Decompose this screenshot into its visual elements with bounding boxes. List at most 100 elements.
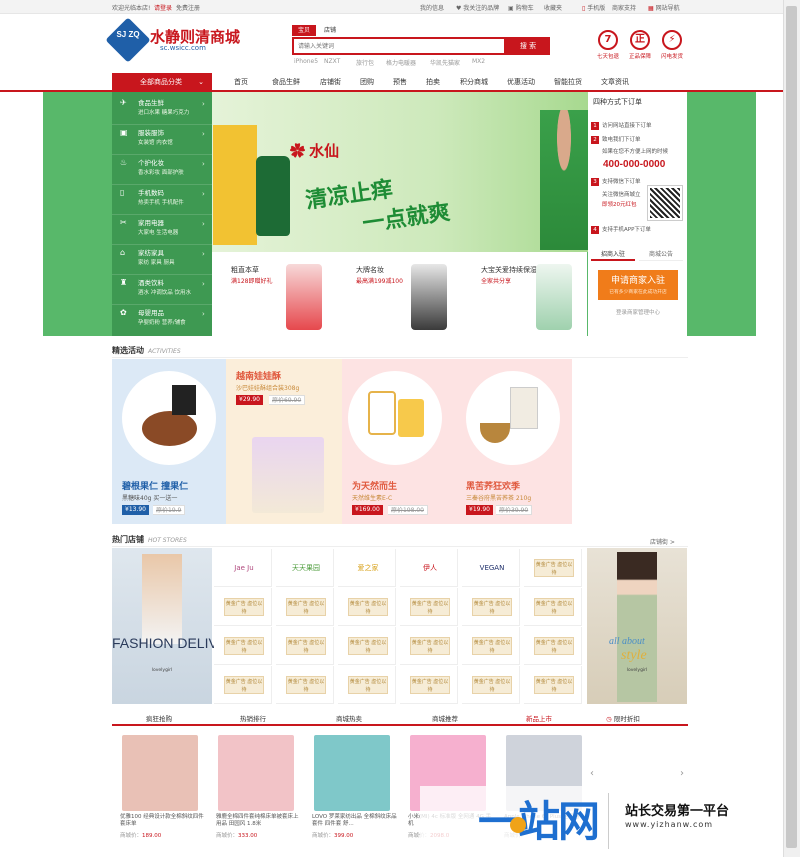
store-cell[interactable]: 黄金广告 虚位以待 bbox=[214, 588, 272, 626]
category-item-home[interactable]: ⌂ 家纺家具 家纺 家具 厨具 › bbox=[112, 242, 212, 275]
activity-card[interactable]: 碧根果仁 撞果仁 黑糖味40g 买一送一 ¥13.90 原价19.9 bbox=[112, 359, 226, 524]
product-name[interactable]: 优雅100 经典设计款全棉斜纹四件套床单 bbox=[120, 814, 206, 828]
section-divider bbox=[112, 546, 688, 547]
store-cell[interactable]: Jae Ju bbox=[214, 549, 272, 587]
all-categories-button[interactable]: 全部商品分类 ⌄ bbox=[112, 73, 212, 92]
store-cell[interactable]: 黄金广告 虚位以待 bbox=[400, 627, 458, 665]
store-cell[interactable]: 黄金广告 虚位以待 bbox=[462, 666, 520, 704]
product-image[interactable] bbox=[314, 735, 390, 811]
tab-new-arrivals[interactable]: 新品上市 bbox=[504, 713, 574, 723]
nav-item-auction[interactable]: 拍卖 bbox=[426, 77, 440, 87]
tab-announcements[interactable]: 商城公告 bbox=[639, 249, 683, 261]
search-tab-goods[interactable]: 宝贝 bbox=[292, 25, 316, 36]
store-cell[interactable]: 黄金广告 虚位以待 bbox=[400, 666, 458, 704]
product-name[interactable]: LOVO 罗莱家纺出品 全棉斜纹床品套件 四件套 舒... bbox=[312, 814, 398, 828]
category-item-appliances[interactable]: ✂ 家用电器 大家电 生活电器 › bbox=[112, 212, 212, 245]
store-street-link[interactable]: 店铺街 > bbox=[650, 537, 675, 546]
store-cell[interactable]: 黄金广告 虚位以待 bbox=[338, 627, 396, 665]
store-banner-left[interactable]: FASHION DELIVERS lovelygirl bbox=[112, 548, 247, 704]
tab-recommended[interactable]: 商城推荐 bbox=[410, 713, 480, 723]
category-item-digital[interactable]: ▯ 手机数码 热卖手机 手机配件 › bbox=[112, 182, 212, 215]
category-item-baby[interactable]: ✿ 母婴用品 孕婴奶粉 营养/辅食 › bbox=[112, 302, 212, 335]
hot-word[interactable]: MX2 bbox=[472, 58, 485, 65]
store-cell[interactable]: 黄金广告 虚位以待 bbox=[276, 588, 334, 626]
mini-promo-card[interactable]: 大宝关爱持续保湿 全家共分享 bbox=[462, 252, 587, 336]
nav-item-points-mall[interactable]: 积分商城 bbox=[460, 77, 488, 87]
hot-word[interactable]: NZXT bbox=[324, 58, 340, 65]
nav-item-presale[interactable]: 预售 bbox=[393, 77, 407, 87]
nav-item-group-buy[interactable]: 团购 bbox=[360, 77, 374, 87]
product-price: 商城价：189.00 bbox=[120, 833, 162, 839]
tab-hot-sale[interactable]: 商城热卖 bbox=[314, 713, 384, 723]
search-button[interactable]: 搜 索 bbox=[506, 37, 550, 55]
store-cell[interactable]: 黄金广告 虚位以待 bbox=[524, 588, 582, 626]
store-cell[interactable]: 黄金广告 虚位以待 bbox=[276, 627, 334, 665]
store-cell[interactable]: VEGAN bbox=[462, 549, 520, 587]
login-link[interactable]: 请登录 bbox=[154, 3, 172, 12]
category-item-apparel[interactable]: ▣ 服装服饰 女装馆 内衣馆 › bbox=[112, 122, 212, 155]
chevron-right-icon: › bbox=[202, 190, 205, 198]
carousel-next-icon[interactable]: › bbox=[680, 768, 684, 779]
scrollbar-thumb[interactable] bbox=[786, 6, 797, 848]
topbar-link-sitemap[interactable]: ▦ 网站导航 bbox=[648, 3, 680, 12]
category-item-fresh-food[interactable]: ✈ 食品生鲜 进口水果 糖果巧克力 › bbox=[112, 92, 212, 125]
tab-best-sellers[interactable]: 热销排行 bbox=[218, 713, 288, 723]
hot-word[interactable]: 华凯先猫家 bbox=[430, 58, 460, 67]
nav-item-smart-delivery[interactable]: 智能拉货 bbox=[554, 77, 582, 87]
store-cell[interactable]: 黄金广告 虚位以待 bbox=[524, 666, 582, 704]
store-banner-right[interactable]: all about style lovelygirl bbox=[587, 548, 687, 704]
store-cell[interactable]: 伊人 bbox=[400, 549, 458, 587]
watermark-divider bbox=[608, 793, 609, 849]
mini-promo-card[interactable]: 大牌名妆 最高满199减100 bbox=[337, 252, 462, 336]
store-cell[interactable]: 黄金广告 虚位以待 bbox=[214, 627, 272, 665]
store-cell[interactable]: 黄金广告 虚位以待 bbox=[214, 666, 272, 704]
category-item-drinks[interactable]: ♜ 酒类饮料 酒水 冲调饮品 饮用水 › bbox=[112, 272, 212, 305]
topbar-link-cart[interactable]: ▣ 购物车 bbox=[508, 3, 534, 12]
nav-item-fresh-food[interactable]: 食品生鲜 bbox=[272, 77, 300, 87]
nav-item-articles[interactable]: 文章资讯 bbox=[601, 77, 629, 87]
carousel-prev-icon[interactable]: ‹ bbox=[590, 768, 594, 779]
topbar-link-favorites[interactable]: 收藏夹 bbox=[544, 3, 562, 12]
product-image[interactable] bbox=[122, 735, 198, 811]
topbar-link-brands[interactable]: ♥ 我关注的品牌 bbox=[456, 3, 499, 12]
search-tab-store[interactable]: 店铺 bbox=[318, 25, 342, 36]
merchant-login-link[interactable]: 登录商家管理中心 bbox=[598, 308, 678, 316]
nav-item-promotions[interactable]: 优惠活动 bbox=[507, 77, 535, 87]
topbar-link-mobile[interactable]: ▯ 手机版 bbox=[582, 3, 605, 12]
nav-item-home[interactable]: 首页 bbox=[234, 77, 248, 87]
store-cell[interactable]: 黄金广告 虚位以待 bbox=[524, 627, 582, 665]
store-cell[interactable]: 爱之家 bbox=[338, 549, 396, 587]
topbar-link-my-info[interactable]: 我的信息 bbox=[420, 3, 444, 12]
hot-word[interactable]: 旅行包 bbox=[356, 58, 374, 67]
logo-emblem[interactable] bbox=[105, 17, 151, 63]
store-cell[interactable]: 黄金广告 虚位以待 bbox=[400, 588, 458, 626]
tab-flash-sale[interactable]: 疯狂抢购 bbox=[124, 713, 194, 723]
hot-word[interactable]: iPhone5 bbox=[294, 58, 318, 65]
search-input[interactable] bbox=[292, 37, 506, 55]
tab-merchant-join[interactable]: 招商入驻 bbox=[591, 249, 635, 261]
store-cell[interactable]: 黄金广告 虚位以待 bbox=[524, 549, 582, 587]
activity-card[interactable]: 越南娃娃酥 沙巴娃娃酥组合装308g ¥29.90 原价69.90 bbox=[226, 359, 342, 524]
tab-limited-discount[interactable]: ◷ 限时折扣 bbox=[588, 713, 658, 723]
product-card[interactable]: 雅鹿全棉四件套纯棉床单被套床上用品 田园风 1.8米 商城价：333.00 bbox=[216, 735, 299, 841]
activity-card-pair[interactable]: 为天然而生 天然维生素E-C ¥169.00 原价198.00 黑苦荞狂欢季 三… bbox=[342, 359, 572, 524]
store-cell[interactable]: 天天果园 bbox=[276, 549, 334, 587]
store-cell[interactable]: 黄金广告 虚位以待 bbox=[462, 627, 520, 665]
model-image bbox=[142, 554, 182, 644]
store-cell[interactable]: 黄金广告 虚位以待 bbox=[338, 588, 396, 626]
store-cell[interactable]: 黄金广告 虚位以待 bbox=[276, 666, 334, 704]
register-link[interactable]: 免费注册 bbox=[176, 3, 200, 12]
nav-item-store-street[interactable]: 店铺街 bbox=[320, 77, 341, 87]
price-tag: ¥13.90 bbox=[122, 505, 149, 515]
product-image[interactable] bbox=[218, 735, 294, 811]
topbar-link-merchant[interactable]: 商家支持 bbox=[612, 3, 636, 12]
store-cell[interactable]: 黄金广告 虚位以待 bbox=[338, 666, 396, 704]
category-item-cosmetics[interactable]: ♨ 个护化妆 香水彩妆 面部护肤 › bbox=[112, 152, 212, 185]
store-cell[interactable]: 黄金广告 虚位以待 bbox=[462, 588, 520, 626]
product-card[interactable]: LOVO 罗莱家纺出品 全棉斜纹床品套件 四件套 舒... 商城价：399.00 bbox=[312, 735, 397, 841]
mini-promo-card[interactable]: 粗直本草 满128即赠好礼 bbox=[212, 252, 337, 336]
hot-word[interactable]: 格力电暖器 bbox=[386, 58, 416, 67]
product-card[interactable]: 优雅100 经典设计款全棉斜纹四件套床单商城价：189.00 bbox=[120, 735, 204, 841]
store-ad-placeholder: 黄金广告 虚位以待 bbox=[534, 598, 574, 616]
product-name[interactable]: 雅鹿全棉四件套纯棉床单被套床上用品 田园风 1.8米 bbox=[216, 814, 302, 828]
